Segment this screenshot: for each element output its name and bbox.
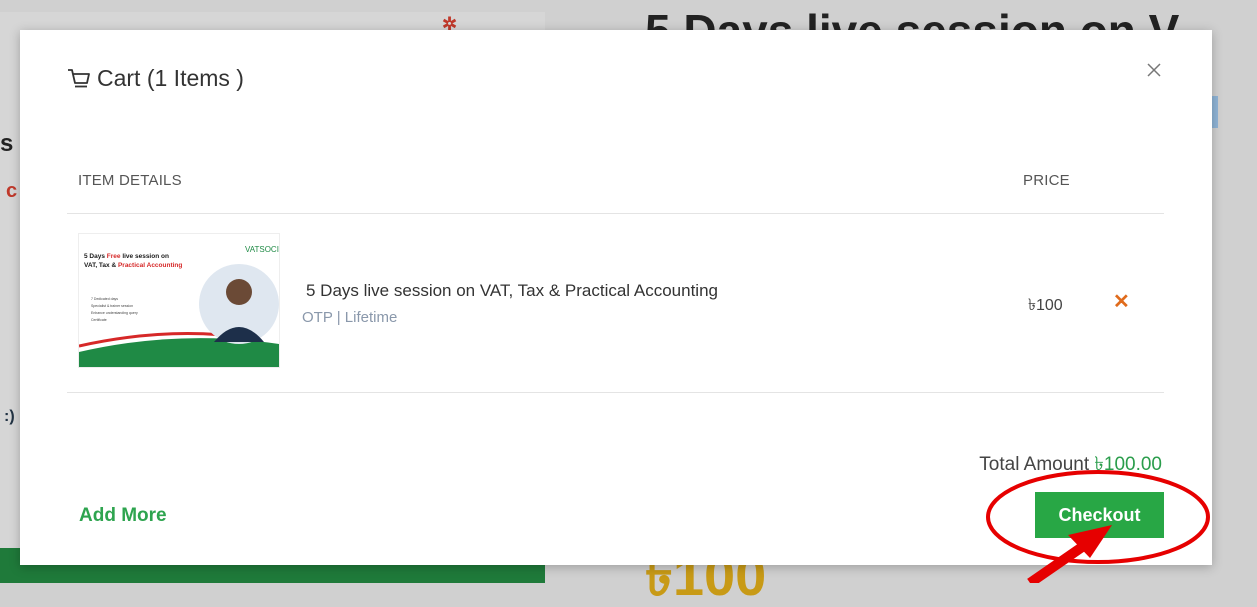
cart-icon [67, 68, 91, 90]
total-label: Total Amount [979, 454, 1095, 475]
svg-text:7 Dedicated days: 7 Dedicated days [91, 297, 118, 301]
bg-side-text-c: c [6, 180, 18, 202]
checkout-button[interactable]: Checkout [1035, 492, 1164, 538]
header-divider [67, 213, 1164, 214]
svg-text:Enhance understanding query: Enhance understanding query [91, 311, 138, 315]
item-divider [67, 392, 1164, 393]
bg-blue-bar [1212, 96, 1218, 128]
svg-text:Certificate: Certificate [91, 318, 107, 322]
column-header-item-details: ITEM DETAILS [78, 172, 182, 189]
close-button[interactable] [1142, 58, 1166, 82]
cart-title: Cart (1 Items ) [67, 65, 244, 92]
add-more-link[interactable]: Add More [79, 505, 167, 527]
svg-text:VAT, Tax & Practical Accountin: VAT, Tax & Practical Accounting [84, 262, 182, 269]
remove-item-button[interactable]: ✕ [1113, 292, 1130, 312]
item-name: 5 Days live session on VAT, Tax & Practi… [306, 281, 718, 300]
column-header-price: PRICE [1023, 172, 1070, 189]
remove-icon: ✕ [1113, 291, 1130, 313]
item-price: ৳100 [1028, 297, 1063, 314]
item-meta: OTP | Lifetime [302, 309, 398, 326]
svg-text:5 Days Free live session on: 5 Days Free live session on [84, 253, 169, 260]
svg-text:Specialist & trainer session: Specialist & trainer session [91, 304, 133, 308]
bg-side-text-s: s [0, 130, 14, 157]
close-icon [1147, 63, 1161, 77]
bg-logo-icon: ✲ [442, 14, 458, 34]
svg-text:VATSOCIETY: VATSOCIETY [245, 245, 279, 254]
total-value: ৳100.00 [1094, 454, 1162, 475]
cart-modal: Cart (1 Items ) ITEM DETAILS PRICE VATSO… [20, 30, 1212, 565]
bg-side-text-p: :) [4, 408, 15, 425]
cart-title-text: Cart (1 Items ) [97, 65, 244, 91]
course-thumbnail: VATSOCIETY 5 Days Free live session on V… [78, 233, 280, 368]
total-amount: Total Amount ৳100.00 [979, 450, 1162, 482]
